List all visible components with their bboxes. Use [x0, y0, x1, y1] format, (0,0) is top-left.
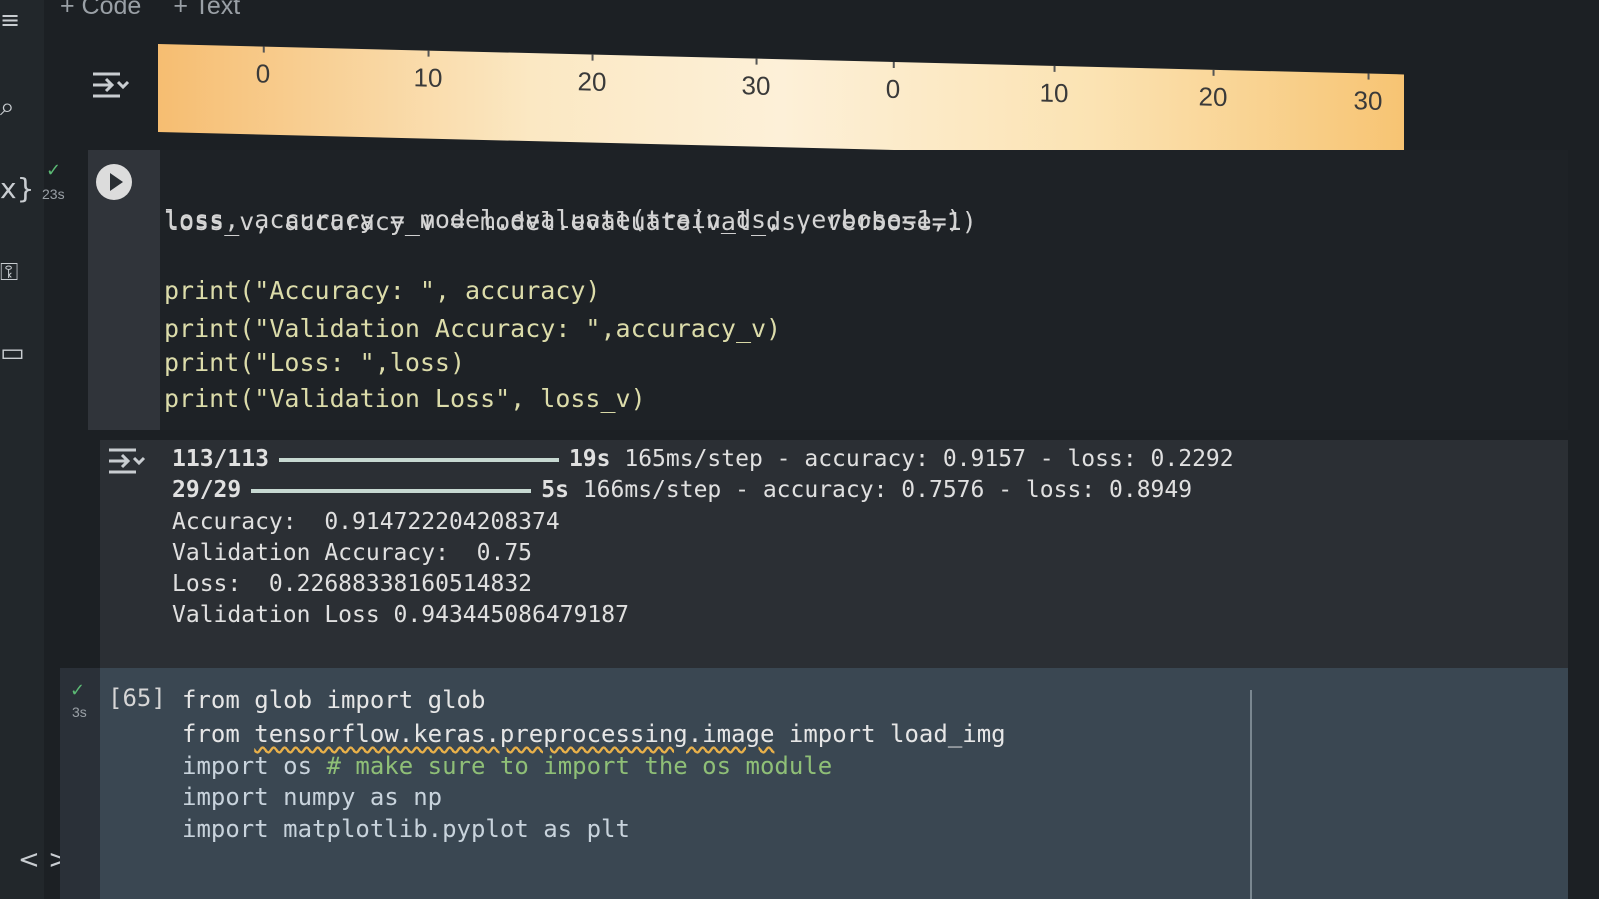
- notebook-toolbar: + Code + Text: [60, 0, 240, 21]
- output-collapse-icon[interactable]: [106, 444, 146, 478]
- code-line[interactable]: loss_v, accuracy_v = model.evaluate(val_…: [164, 205, 977, 238]
- colorbar-tick: 0: [255, 58, 271, 89]
- output-line: Validation Loss 0.943445086479187: [172, 602, 629, 628]
- output-line: Loss: 0.22688338160514832: [172, 571, 533, 597]
- code-line[interactable]: print("Accuracy: ", accuracy): [164, 274, 601, 307]
- code-line[interactable]: import os # make sure to import the os m…: [182, 750, 832, 782]
- variables-icon[interactable]: x}: [0, 172, 34, 205]
- secrets-key-icon[interactable]: ⚿: [0, 258, 18, 286]
- search-icon[interactable]: ⌕: [0, 92, 15, 123]
- success-check-icon: ✓: [46, 160, 62, 181]
- colorbar-tick: 30: [1353, 85, 1383, 116]
- unresolved-import[interactable]: tensorflow.keras.preprocessing.image: [254, 720, 774, 748]
- code-line[interactable]: import matplotlib.pyplot as plt: [182, 813, 630, 845]
- colorbar-tick: 20: [577, 66, 607, 97]
- colorbar-tick: 0: [885, 73, 901, 105]
- colorbar-tick: 20: [1198, 81, 1228, 113]
- execution-time: 3s: [72, 704, 87, 720]
- folder-icon[interactable]: ▭: [0, 338, 25, 368]
- progress-bar: [278, 457, 559, 462]
- left-rail: ≡ ⌕ x} ⚿ ▭: [0, 0, 44, 899]
- run-cell-button[interactable]: [96, 164, 132, 200]
- code-line[interactable]: print("Loss: ",loss): [164, 346, 465, 379]
- code-line[interactable]: import numpy as np: [182, 781, 442, 813]
- progress-line: 29/29 5s 166ms/step - accuracy: 0.7576 - …: [172, 477, 1193, 503]
- add-text-button[interactable]: + Text: [173, 0, 240, 21]
- cell-gutter: [60, 668, 100, 899]
- code-line[interactable]: from glob import glob: [182, 684, 485, 716]
- code-line[interactable]: print("Validation Loss", loss_v): [164, 382, 646, 415]
- menu-icon[interactable]: ≡: [0, 6, 20, 34]
- output-line: Accuracy: 0.914722204208374: [172, 509, 560, 535]
- add-code-button[interactable]: + Code: [60, 0, 141, 21]
- code-line[interactable]: print("Validation Accuracy: ",accuracy_v…: [164, 312, 781, 345]
- execution-time: 23s: [42, 186, 65, 202]
- editor-ruler: [1250, 690, 1252, 899]
- colorbar-strip: 0 10 20 30 0 10 20 30: [158, 44, 1404, 163]
- code-line[interactable]: from tensorflow.keras.preprocessing.imag…: [182, 718, 1006, 750]
- execution-count: [65]: [108, 684, 166, 712]
- progress-bar: [251, 488, 532, 493]
- progress-line: 113/113 19s 165ms/step - accuracy: 0.9157…: [172, 446, 1234, 472]
- success-check-icon: ✓: [70, 680, 86, 701]
- colorbar-tick: 10: [1039, 77, 1069, 109]
- output-line: Validation Accuracy: 0.75: [172, 540, 533, 566]
- output-collapse-icon[interactable]: [90, 68, 130, 102]
- colorbar-tick: 30: [741, 70, 771, 101]
- colorbar-tick: 10: [413, 62, 443, 93]
